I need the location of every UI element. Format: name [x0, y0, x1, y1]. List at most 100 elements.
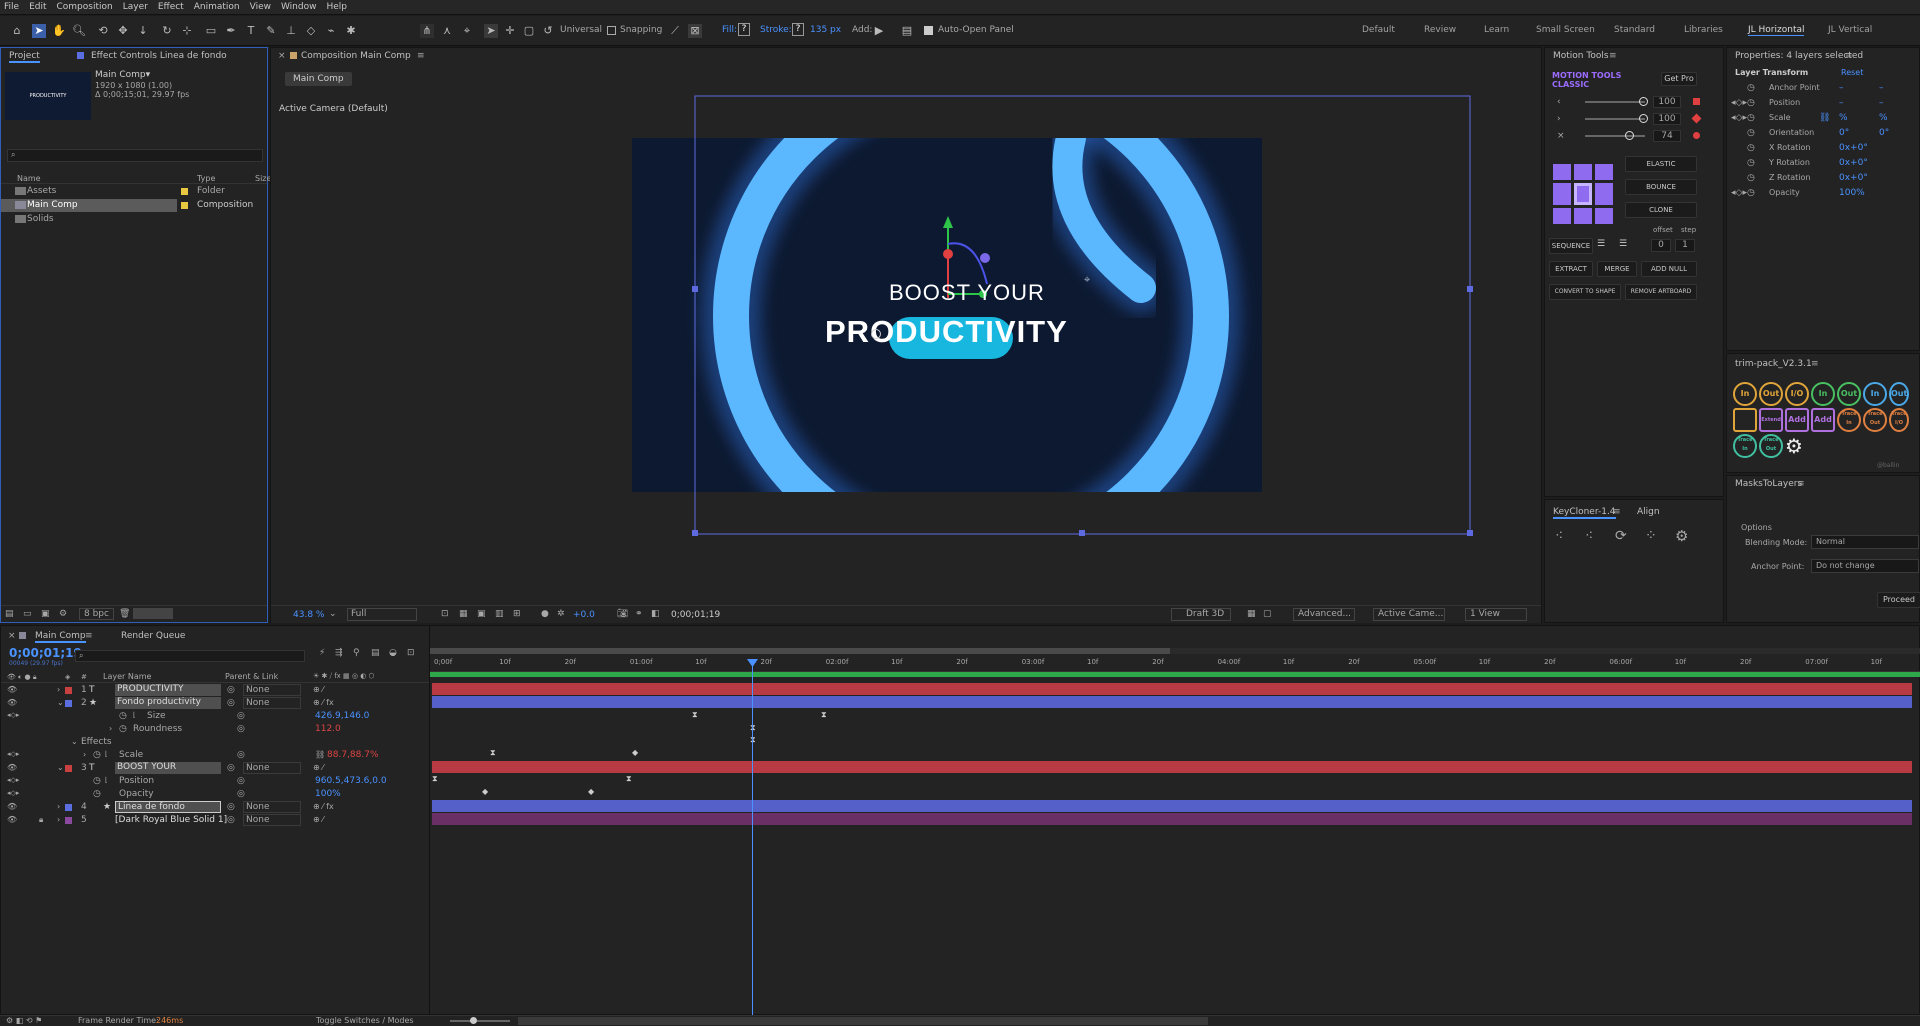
layer-bar[interactable]	[432, 696, 1912, 708]
tab-masks-to-layers[interactable]: MasksToLayers	[1735, 479, 1802, 489]
constrain-proportions-icon[interactable]: ⛓	[1819, 113, 1830, 123]
pickwhip-icon[interactable]: ◎	[237, 789, 245, 799]
project-item-selected[interactable]: Main Comp	[1, 199, 177, 212]
keyframe-nav-icon[interactable]: ◂◇▸	[7, 776, 19, 784]
layer-row[interactable]: 👁︎ › 1 T PRODUCTIVITY ◎ None ⊕ ⁄	[1, 684, 429, 697]
trim-in-blue-icon[interactable]: In	[1863, 382, 1887, 406]
zoom-slider[interactable]	[450, 1020, 510, 1022]
rotate-tool-icon[interactable]: ↻	[160, 24, 174, 38]
pickwhip-icon[interactable]: ◎	[237, 711, 245, 721]
ease-both-swatch[interactable]	[1693, 132, 1700, 139]
tab-render-queue[interactable]: Render Queue	[121, 631, 185, 641]
tab-keycloner[interactable]: KeyCloner-1.4	[1553, 507, 1616, 519]
property-value[interactable]: 0x+0°	[1839, 158, 1868, 168]
col-size[interactable]: Size	[255, 174, 271, 183]
parent-select[interactable]: None	[243, 697, 301, 709]
panel-menu-icon[interactable]: ≡	[1609, 51, 1617, 61]
pickwhip-icon[interactable]: ◎	[237, 750, 245, 760]
layer-name[interactable]: PRODUCTIVITY	[115, 684, 221, 696]
layer-name[interactable]: Linea de fondo	[115, 801, 221, 813]
close-icon[interactable]: ×	[8, 631, 16, 641]
stopwatch-icon[interactable]: ◷	[1747, 158, 1755, 168]
type-tool-icon[interactable]: T	[244, 24, 258, 38]
layer-bar[interactable]	[432, 683, 1912, 695]
cycle-keys-icon[interactable]: ⟳	[1615, 528, 1627, 544]
transparency-grid-icon[interactable]: ▦	[459, 609, 468, 619]
trim-add-icon[interactable]: Add	[1785, 408, 1809, 432]
col-layer-name[interactable]: Layer Name	[103, 672, 151, 681]
layer-name[interactable]: Fondo productivity	[115, 697, 221, 709]
expand-icon[interactable]: ›	[83, 750, 86, 759]
layer-row[interactable]: 👁︎ 🔒︎ › 5 [Dark Royal Blue Solid 1] ◎ No…	[1, 814, 429, 827]
guides-icon[interactable]: ⊞	[513, 609, 521, 619]
pickwhip-icon[interactable]: ◎	[227, 802, 235, 812]
stroke-swatch[interactable]: ?	[792, 23, 804, 36]
scale-3d-icon[interactable]: ▢	[522, 24, 536, 38]
panel-icon[interactable]: ▤	[900, 24, 914, 38]
pickwhip-icon[interactable]: ◎	[227, 815, 235, 825]
sequence-forward-icon[interactable]: ☰	[1597, 239, 1605, 249]
keyframe-icon[interactable]: ◆	[588, 787, 594, 796]
menu-help[interactable]: Help	[326, 2, 347, 12]
property-value[interactable]: 426.9,146.0	[315, 711, 369, 721]
layer-bar[interactable]	[432, 800, 1912, 812]
layer-switches[interactable]: ⊕ ⁄	[313, 815, 324, 824]
universal-label[interactable]: Universal	[560, 25, 602, 35]
stopwatch-icon[interactable]: ◷	[1747, 128, 1755, 138]
elastic-button[interactable]: ELASTIC	[1625, 156, 1697, 172]
project-search-input[interactable]: ⌕	[7, 149, 263, 162]
fast-preview-icon[interactable]: ⊡	[441, 609, 449, 619]
graph-icon[interactable]: ⌊	[105, 776, 108, 784]
clone-keys-icon[interactable]: ⁖	[1555, 528, 1563, 544]
trim-in-green-icon[interactable]: In	[1811, 382, 1835, 406]
eye-icon[interactable]: 👁︎	[7, 685, 17, 694]
property-value[interactable]: %	[1839, 113, 1848, 123]
layer-switches[interactable]: ⊕ ⁄ fx	[313, 698, 334, 707]
label-swatch[interactable]	[65, 687, 72, 694]
property-row[interactable]: ⌄ Effects	[1, 736, 429, 749]
keyframe-nav-icon[interactable]: ◂◇▸	[1731, 113, 1747, 123]
bounce-button[interactable]: BOUNCE	[1625, 179, 1697, 195]
bpc-button[interactable]: 8 bpc	[79, 608, 114, 620]
expand-icon[interactable]: ›	[57, 815, 60, 824]
select-3d-icon[interactable]: ➤	[484, 24, 498, 38]
pickwhip-icon[interactable]: ◎	[227, 763, 235, 773]
zoom-tool-icon[interactable]: 🔍︎	[72, 24, 86, 38]
ease-in-value[interactable]: 100	[1653, 96, 1681, 108]
parent-select[interactable]: None	[243, 762, 301, 774]
gear-icon[interactable]: ⚙	[1785, 434, 1803, 458]
collapse-icon[interactable]: ⌄	[57, 698, 64, 707]
trim-io-icon[interactable]: I/O	[1785, 382, 1809, 406]
exposure-value[interactable]: +0.0	[573, 610, 595, 620]
menu-window[interactable]: Window	[281, 2, 317, 12]
keyframe-nav-icon[interactable]: ◂◇▸	[1731, 98, 1747, 108]
menu-composition[interactable]: Composition	[57, 2, 113, 12]
panel-menu-icon[interactable]: ≡	[85, 631, 93, 641]
timeline-tracks[interactable]: 0;00f 10f 20f 01:00f 10f 20f 02:00f 10f 20f 03:00…	[429, 626, 1920, 1016]
status-icons[interactable]: ⚙ ◧ ⟲ ⚑	[6, 1016, 42, 1025]
selection-tool-icon[interactable]: ➤	[32, 24, 46, 38]
stopwatch-icon[interactable]: ◷	[93, 776, 101, 786]
tab-effect-controls[interactable]: Effect Controls Linea de fondo	[91, 51, 227, 61]
playhead[interactable]	[752, 662, 753, 1016]
draft-icon[interactable]: ⚡	[319, 648, 325, 658]
pan-behind-icon[interactable]: ⊹	[180, 24, 194, 38]
ease-slider-handle[interactable]	[1639, 97, 1648, 106]
workspace-learn[interactable]: Learn	[1484, 25, 1509, 35]
ease-slider-handle[interactable]	[1639, 114, 1648, 123]
parent-select[interactable]: None	[243, 814, 301, 826]
col-type[interactable]: Type	[197, 174, 215, 183]
camera-select[interactable]: Active Came...	[1373, 608, 1445, 621]
draft-3d-button[interactable]: Draft 3D	[1171, 608, 1231, 621]
title-line-1[interactable]: BOOST YOUR	[889, 280, 1045, 306]
fill-swatch[interactable]: ?	[738, 23, 750, 36]
constrain-proportions-icon[interactable]: ⛓	[315, 750, 325, 759]
tab-trim-pack[interactable]: trim-pack_V2.3.1	[1735, 359, 1812, 369]
step-input[interactable]: 1	[1675, 239, 1695, 252]
expand-icon[interactable]: ›	[109, 724, 112, 733]
extended-viewer-icon[interactable]: ▢	[1263, 609, 1272, 619]
sequence-button[interactable]: SEQUENCE	[1549, 238, 1593, 254]
channel-icon[interactable]: ◧	[651, 609, 660, 619]
settings-icon[interactable]: ⚙	[59, 609, 67, 619]
view-layout-select[interactable]: 1 View	[1465, 608, 1527, 621]
